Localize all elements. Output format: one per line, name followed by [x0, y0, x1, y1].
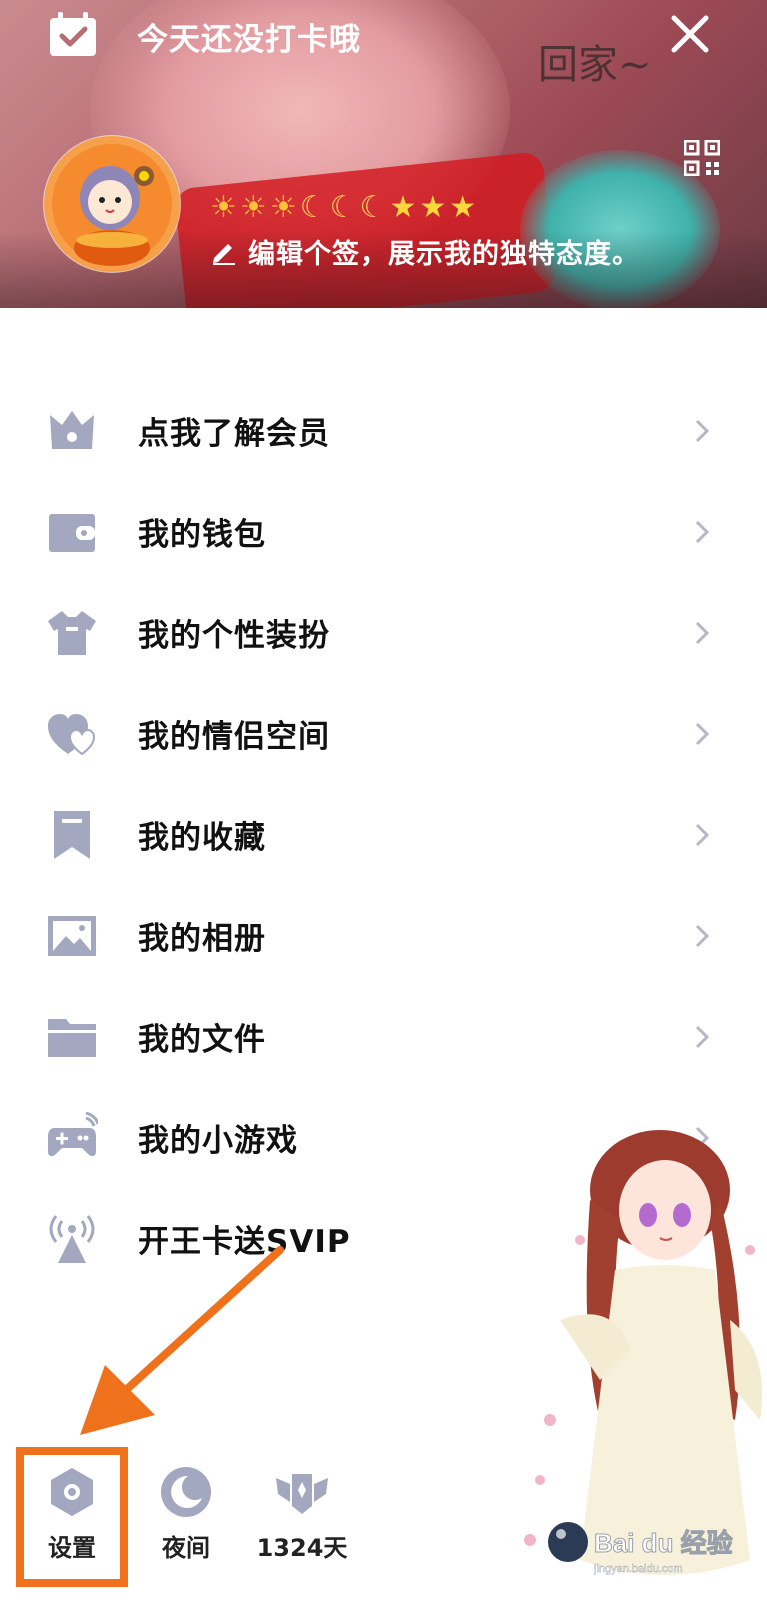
login-days-label: 1324天	[256, 1534, 348, 1562]
crown-icon	[50, 411, 94, 449]
edit-pencil-icon	[213, 243, 235, 265]
menu-item-wallet[interactable]: 我的钱包	[0, 481, 767, 582]
menu-item-dressup[interactable]: 我的个性装扮	[0, 582, 767, 683]
moon-icon: ☾	[329, 190, 357, 225]
close-icon[interactable]	[668, 12, 712, 56]
avatar-image	[44, 136, 180, 272]
sun-icon: ☀	[239, 190, 267, 225]
gamepad-icon	[48, 1112, 98, 1157]
menu-item-label: 我的收藏	[138, 820, 266, 856]
sun-icon: ☀	[269, 190, 297, 225]
menu-item-label: 我的小游戏	[138, 1123, 298, 1159]
menu-item-label: 我的文件	[138, 1022, 266, 1058]
chevron-right-icon	[695, 621, 710, 645]
avatar[interactable]	[44, 136, 180, 272]
annotation-arrow	[80, 1246, 284, 1435]
signature-text: 编辑个签，展示我的独特态度。	[248, 239, 640, 270]
star-icon: ★	[449, 190, 477, 225]
chevron-right-icon	[695, 924, 710, 948]
menu-item-vip[interactable]: 点我了解会员	[0, 380, 767, 481]
profile-header: 今天还没打卡哦 回家~ ☀ ☀ ☀ ☾ ☾ ☾ ★ ★ ★ 编辑个签，展示我的独…	[0, 0, 767, 308]
calendar-check-icon[interactable]	[48, 12, 98, 58]
qr-code-icon[interactable]	[684, 140, 720, 176]
wallet-icon	[49, 514, 95, 552]
menu-item-files[interactable]: 我的文件	[0, 986, 767, 1087]
shirt-icon	[48, 611, 96, 655]
menu-item-album[interactable]: 我的相册	[0, 885, 767, 986]
settings-button[interactable]: 设置	[32, 1464, 112, 1563]
folder-icon	[48, 1019, 96, 1057]
watermark-subtext: jingyan.baidu.com	[593, 1563, 683, 1575]
checkin-reminder-text[interactable]: 今天还没打卡哦	[137, 14, 361, 59]
sun-icon: ☀	[210, 190, 237, 225]
bookmark-icon	[54, 811, 90, 859]
menu-item-label: 我的相册	[138, 921, 266, 957]
menu-item-label: 点我了解会员	[138, 416, 330, 452]
night-mode-label: 夜间	[162, 1534, 210, 1562]
moon-icon: ☾	[359, 190, 387, 225]
settings-hexagon-icon	[51, 1468, 93, 1516]
chevron-right-icon	[695, 520, 710, 544]
settings-label: 设置	[48, 1534, 96, 1562]
night-mode-button[interactable]: 夜间	[146, 1464, 226, 1563]
winged-badge-icon	[276, 1474, 328, 1514]
menu-item-label: 我的个性装扮	[138, 618, 330, 654]
menu-item-couple-space[interactable]: 我的情侣空间	[0, 683, 767, 784]
signature-row[interactable]: 编辑个签，展示我的独特态度。	[210, 232, 640, 271]
watermark-text: Bai du 经验	[594, 1528, 733, 1558]
menu-item-label: 我的情侣空间	[138, 719, 330, 755]
chevron-right-icon	[695, 823, 710, 847]
menu-item-favorites[interactable]: 我的收藏	[0, 784, 767, 885]
star-icon: ★	[419, 190, 447, 225]
chevron-right-icon	[695, 722, 710, 746]
star-icon: ★	[389, 190, 417, 225]
chevron-right-icon	[695, 419, 710, 443]
image-icon	[48, 916, 96, 956]
menu-item-label: 我的钱包	[138, 517, 266, 553]
moon-icon: ☾	[299, 190, 327, 225]
hearts-icon	[48, 714, 96, 756]
chevron-right-icon	[695, 1025, 710, 1049]
moon-icon	[161, 1467, 211, 1517]
baidu-jingyan-watermark: Bai du 经验 jingyan.baidu.com	[548, 1522, 733, 1575]
qq-level-badges[interactable]: ☀ ☀ ☀ ☾ ☾ ☾ ★ ★ ★	[210, 190, 476, 226]
header-handwriting: 回家~	[538, 42, 652, 88]
login-days-button[interactable]: 1324天	[254, 1464, 350, 1563]
